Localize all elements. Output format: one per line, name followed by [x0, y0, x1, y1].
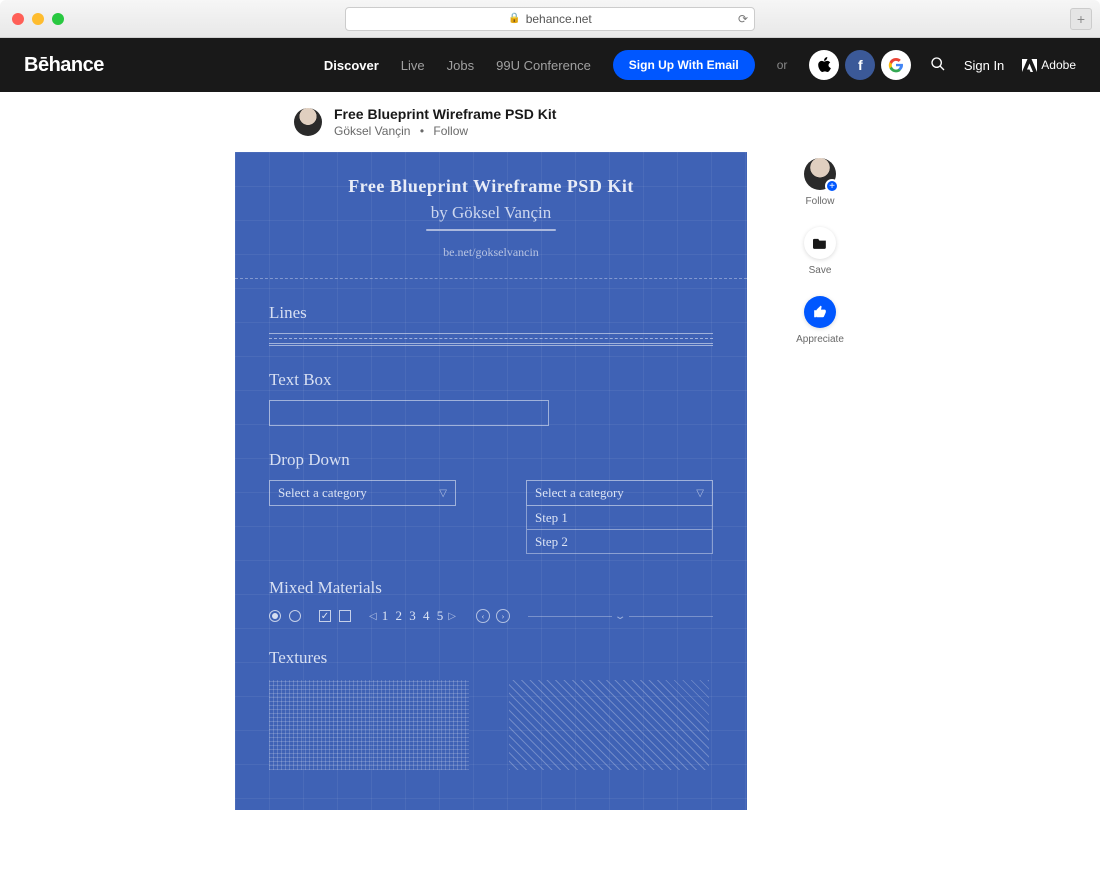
chevron-down-icon: ▽ — [696, 488, 704, 499]
bp-checkbox-unchecked — [339, 610, 351, 622]
bp-dd-item-1: Step 1 — [526, 506, 713, 530]
bp-textbox-demo — [269, 400, 549, 426]
project-title: Free Blueprint Wireframe PSD Kit — [334, 106, 556, 122]
bp-dd-placeholder: Select a category — [278, 485, 367, 501]
action-sidebar: + Follow Save Appreciate — [775, 152, 865, 810]
close-window-button[interactable] — [12, 13, 24, 25]
reload-icon[interactable]: ⟳ — [738, 12, 748, 26]
bp-title: Free Blueprint Wireframe PSD Kit — [269, 176, 713, 197]
bp-texture-grid — [269, 680, 469, 770]
site-header: Bēhance Discover Live Jobs 99U Conferenc… — [0, 38, 1100, 92]
project-meta: Göksel Vançin • Follow — [334, 124, 556, 138]
or-text: or — [777, 58, 788, 72]
nav-next-icon: › — [496, 609, 510, 623]
thumbs-up-icon — [813, 305, 827, 319]
address-bar[interactable]: 🔒 behance.net ⟳ — [345, 7, 755, 31]
bp-divider — [235, 278, 747, 279]
facebook-signup-button[interactable]: f — [845, 50, 875, 80]
google-signup-button[interactable] — [881, 50, 911, 80]
bp-dropdown-title: Drop Down — [269, 450, 713, 470]
folder-icon — [813, 237, 827, 249]
bp-url: be.net/gokselvancin — [269, 245, 713, 260]
bp-radio-unchecked — [289, 610, 301, 622]
bp-textures-title: Textures — [269, 648, 713, 668]
bp-line-double — [269, 343, 713, 346]
sidebar-save: Save — [804, 227, 836, 276]
save-button[interactable] — [804, 227, 836, 259]
bp-checkbox-checked: ✓ — [319, 610, 331, 622]
apple-icon — [817, 57, 831, 73]
bp-lines-title: Lines — [269, 303, 713, 323]
signin-link[interactable]: Sign In — [964, 58, 1004, 73]
bp-byline: by Göksel Vançin — [269, 203, 713, 223]
google-icon — [888, 57, 904, 73]
bp-texture-diagonal — [509, 680, 709, 770]
chevron-down-icon: ▽ — [439, 488, 447, 499]
main-nav: Discover Live Jobs 99U Conference Sign U… — [324, 50, 912, 80]
author-name[interactable]: Göksel Vançin — [334, 124, 410, 138]
bp-section-dropdown: Drop Down Select a category ▽ Select a ca… — [269, 450, 713, 554]
header-right: Sign In Adobe — [930, 56, 1076, 75]
adobe-icon — [1022, 59, 1037, 72]
nav-live[interactable]: Live — [401, 58, 425, 73]
appreciate-button[interactable] — [804, 296, 836, 328]
lock-icon: 🔒 — [508, 13, 520, 24]
nav-prev-icon: ‹ — [476, 609, 490, 623]
pager-prev-icon: ◁ — [369, 611, 379, 622]
apple-signup-button[interactable] — [809, 50, 839, 80]
nav-99u[interactable]: 99U Conference — [496, 58, 591, 73]
new-tab-button[interactable]: + — [1070, 8, 1092, 30]
minimize-window-button[interactable] — [32, 13, 44, 25]
pager-next-icon: ▷ — [448, 611, 458, 622]
search-button[interactable] — [930, 56, 946, 75]
main-content: Free Blueprint Wireframe PSD Kit by Göks… — [0, 152, 1100, 830]
bp-nav-arrows: ‹ › — [476, 609, 510, 623]
project-image: Free Blueprint Wireframe PSD Kit by Göks… — [235, 152, 747, 810]
bp-radio-checked — [269, 610, 281, 622]
bp-pager-numbers: 1 2 3 4 5 — [382, 608, 446, 624]
bp-underline — [426, 229, 556, 231]
social-signup: f — [809, 50, 911, 80]
signup-email-button[interactable]: Sign Up With Email — [613, 50, 755, 80]
nav-discover[interactable]: Discover — [324, 58, 379, 73]
bp-section-textures: Textures — [269, 648, 713, 770]
bp-dd-item-2: Step 2 — [526, 530, 713, 554]
search-icon — [930, 56, 946, 72]
bp-chevron-divider: ⌄ — [528, 611, 713, 622]
bp-line-dashed — [269, 338, 713, 339]
bp-section-lines: Lines — [269, 303, 713, 346]
sidebar-follow-label: Follow — [806, 196, 835, 207]
url-text: behance.net — [526, 12, 592, 26]
project-header: Free Blueprint Wireframe PSD Kit Göksel … — [0, 92, 1100, 152]
bp-line-solid — [269, 333, 713, 334]
author-avatar[interactable] — [294, 108, 322, 136]
bp-dd-placeholder-2: Select a category — [535, 485, 624, 501]
sidebar-follow: + Follow — [804, 158, 836, 207]
plus-badge-icon: + — [825, 179, 839, 193]
bp-section-mixed: Mixed Materials ✓ ◁ 1 2 3 4 5 ▷ — [269, 578, 713, 624]
browser-chrome: 🔒 behance.net ⟳ + — [0, 0, 1100, 38]
meta-separator: • — [420, 124, 424, 138]
sidebar-save-label: Save — [809, 265, 832, 276]
sidebar-appreciate: Appreciate — [796, 296, 844, 345]
bp-dropdown-closed: Select a category ▽ — [269, 480, 456, 554]
bp-dropdown-open: Select a category ▽ Step 1 Step 2 — [526, 480, 713, 554]
facebook-icon: f — [858, 57, 863, 73]
sidebar-avatar[interactable]: + — [804, 158, 836, 190]
nav-jobs[interactable]: Jobs — [447, 58, 474, 73]
sidebar-appreciate-label: Appreciate — [796, 334, 844, 345]
follow-link[interactable]: Follow — [433, 124, 468, 138]
bp-mixed-title: Mixed Materials — [269, 578, 713, 598]
adobe-link[interactable]: Adobe — [1022, 58, 1076, 72]
maximize-window-button[interactable] — [52, 13, 64, 25]
bp-pagination: ◁ 1 2 3 4 5 ▷ — [369, 608, 458, 624]
bp-textbox-title: Text Box — [269, 370, 713, 390]
bp-section-textbox: Text Box — [269, 370, 713, 426]
behance-logo[interactable]: Bēhance — [24, 54, 104, 77]
window-controls — [12, 13, 64, 25]
